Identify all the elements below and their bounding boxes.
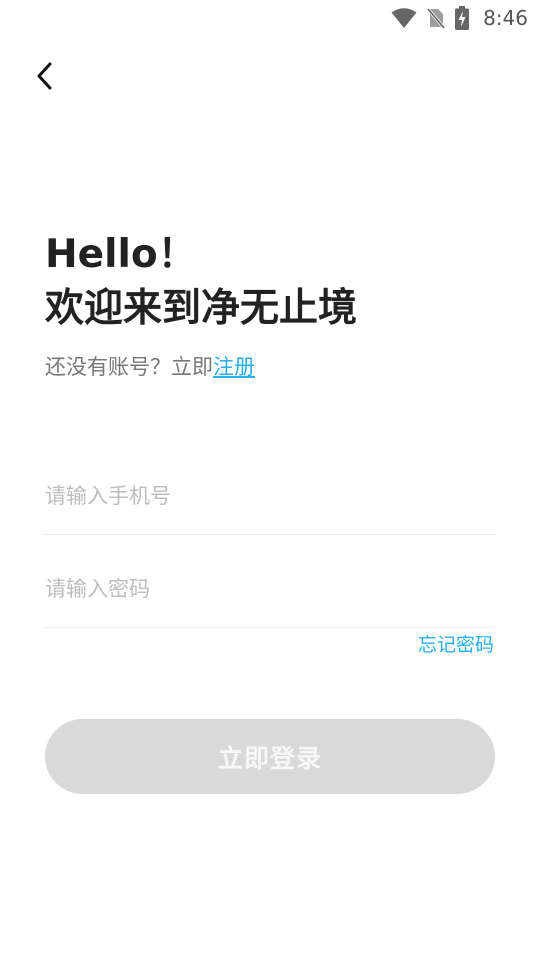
chevron-left-icon bbox=[34, 61, 54, 95]
password-input[interactable] bbox=[45, 551, 495, 627]
battery-charging-icon bbox=[455, 6, 470, 30]
phone-field[interactable] bbox=[45, 458, 495, 535]
wifi-icon bbox=[391, 7, 417, 29]
login-screen: 8:46 Hello！ 欢迎来到净无止境 还没有账号？立即注册 忘记密码 立即登… bbox=[0, 0, 540, 960]
back-button[interactable] bbox=[26, 58, 62, 98]
greeting-title: Hello！ bbox=[45, 232, 197, 277]
password-field[interactable] bbox=[45, 551, 495, 628]
register-prompt-text: 还没有账号？立即 bbox=[45, 355, 213, 379]
register-prompt: 还没有账号？立即注册 bbox=[45, 352, 255, 382]
forgot-password-link[interactable]: 忘记密码 bbox=[418, 631, 494, 659]
no-sim-icon bbox=[427, 7, 446, 29]
status-bar: 8:46 bbox=[0, 0, 540, 36]
register-link[interactable]: 注册 bbox=[213, 355, 255, 379]
welcome-title: 欢迎来到净无止境 bbox=[45, 286, 358, 331]
phone-input[interactable] bbox=[45, 458, 495, 534]
status-time: 8:46 bbox=[483, 6, 528, 30]
login-button[interactable]: 立即登录 bbox=[45, 719, 495, 794]
status-icons: 8:46 bbox=[391, 5, 528, 31]
